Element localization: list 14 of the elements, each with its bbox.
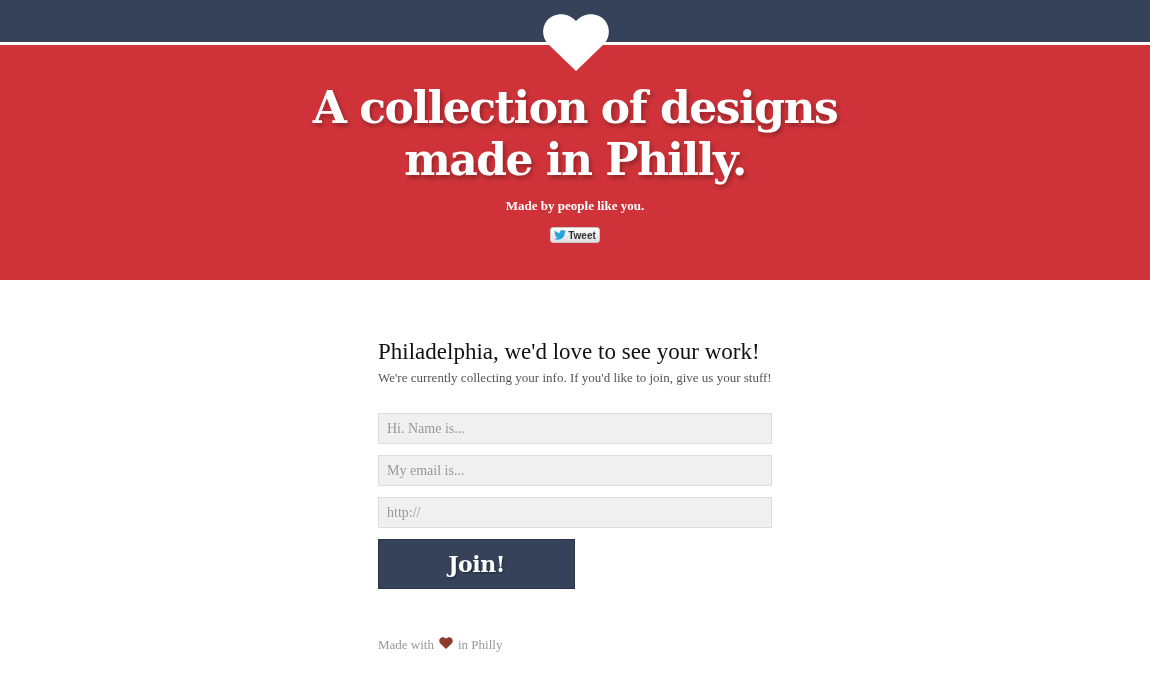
tweet-button[interactable]: Tweet bbox=[550, 227, 600, 243]
hero-tagline: Made by people like you. bbox=[505, 197, 645, 215]
input-field[interactable]: My email is... bbox=[378, 455, 772, 486]
heart-icon bbox=[438, 637, 453, 649]
footer-text: in Philly bbox=[457, 636, 503, 654]
bird-icon bbox=[554, 230, 567, 240]
join-button[interactable]: Join! bbox=[378, 539, 575, 589]
input-field[interactable]: http:// bbox=[378, 497, 772, 528]
signup-intro: We're currently collecting your info. If you'd like to join, give us your stuff! bbox=[378, 369, 772, 387]
signup-title: Philadelphia, we'd love to see your work! bbox=[378, 338, 761, 366]
footer-text: Made with bbox=[378, 636, 434, 654]
heart-logo-icon bbox=[543, 13, 609, 71]
hero-heading: A collection of designs made in Philly. bbox=[311, 82, 839, 186]
input-field[interactable]: Hi. Name is... bbox=[378, 413, 772, 444]
